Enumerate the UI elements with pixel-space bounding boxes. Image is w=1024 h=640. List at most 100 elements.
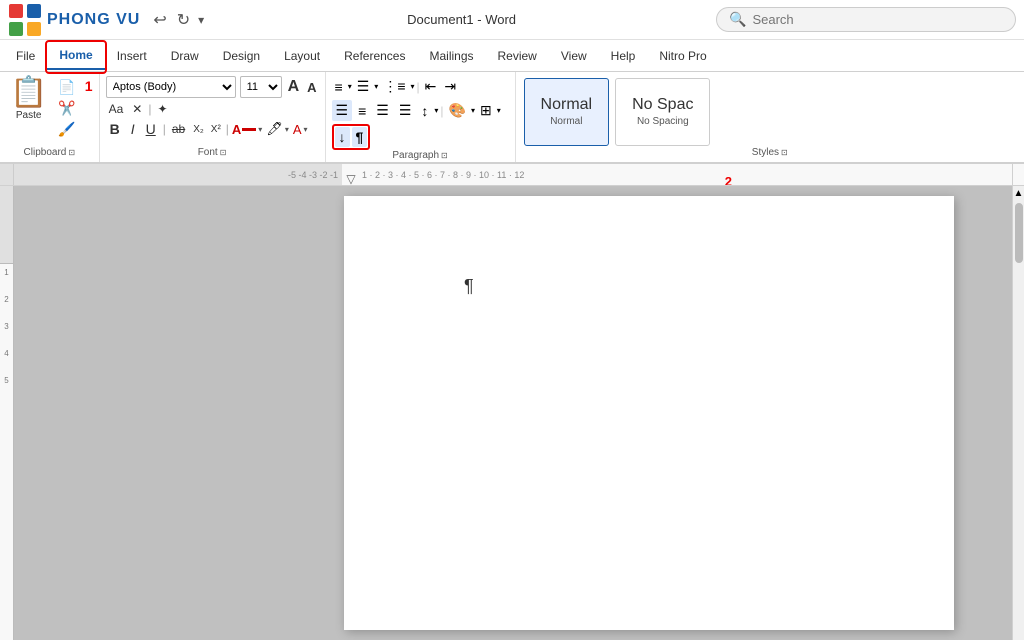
tab-design[interactable]: Design [211,43,272,69]
tab-home-wrap: Home [47,42,104,70]
paragraph-marks-highlight: ↓ ¶ [332,124,371,150]
scroll-up-button[interactable]: ▲ [1012,186,1024,201]
bullets-button[interactable]: ≡ [332,77,346,97]
ruler-right-end [1012,164,1024,185]
paste-label: Paste [16,110,42,121]
tab-file[interactable]: File [4,43,47,69]
superscript-button[interactable]: X² [209,123,223,136]
paragraph-group: ≡ ▾ ☰ ▾ ⋮≡ ▾ | ⇤ ⇥ ☰ ≡ ☰ ☰ ↕ ▾ | 🎨 ▾ [326,72,516,162]
font-color-indicator: A [232,122,241,137]
tab-mailings[interactable]: Mailings [417,43,485,69]
font-name-select[interactable]: Aptos (Body) [106,76,236,98]
document-page[interactable]: ¶ [344,196,954,630]
align-center-button[interactable]: ≡ [354,101,370,121]
bullets-dropdown[interactable]: ▾ [348,82,352,91]
logo-text: PHONG VU [47,11,140,29]
italic-button[interactable]: I [127,120,139,138]
qat-dropdown[interactable]: ▾ [195,11,207,29]
tab-insert[interactable]: Insert [105,43,159,69]
normal-style-preview: Normal [541,96,593,114]
increase-indent-button[interactable]: ⇥ [441,76,459,97]
copy-button[interactable]: 📄 [55,78,78,97]
text-shading-dropdown[interactable]: ▾ [303,125,309,134]
highlight-dropdown[interactable]: ▾ [284,125,290,134]
font-size-select[interactable]: 11 [240,76,282,98]
tab-references[interactable]: References [332,43,417,69]
tab-draw[interactable]: Draw [159,43,211,69]
borders-button[interactable]: ⊞ [477,100,495,121]
no-space-style-label: No Spacing [637,116,689,127]
line-spacing-dropdown[interactable]: ▾ [434,106,438,115]
paste-button[interactable]: 📋 Paste [6,76,51,123]
subscript-button[interactable]: X₂ [191,123,206,136]
style-item-normal[interactable]: Normal Normal [524,78,610,146]
styles-expand-icon: ⊡ [781,148,788,157]
font-group: Aptos (Body) 11 A A Aa ✕ | ✦ B I U | ab [100,72,326,162]
align-right-button[interactable]: ☰ [372,100,393,121]
styles-group: Normal Normal No Spac No Spacing Styles … [516,72,1024,162]
paragraph-label[interactable]: Paragraph ⊡ [332,150,509,161]
search-bar: 🔍 [716,7,1016,32]
font-expand-icon: ⊡ [220,148,227,157]
bold-button[interactable]: B [106,120,124,138]
line-spacing-button[interactable]: ↕ [417,101,432,121]
multilevel-button[interactable]: ⋮≡ [380,76,408,97]
normal-style-label: Normal [550,116,582,127]
style-item-no-space[interactable]: No Spac No Spacing [615,78,710,146]
doc-title: Document1 - Word [207,12,716,27]
ruler-indent-marker: ▽ [342,164,360,185]
ruler-main[interactable]: 1 · 2 · 3 · 4 · 5 · 6 · 7 · 8 · 9 · 10 ·… [360,164,1012,185]
styles-label[interactable]: Styles ⊡ [524,147,1016,158]
decrease-indent-button[interactable]: ⇤ [422,76,440,97]
font-label[interactable]: Font ⊡ [106,147,319,158]
tab-view[interactable]: View [549,43,599,69]
numbering-dropdown[interactable]: ▾ [374,82,378,91]
clipboard-group: 📋 Paste 📄 ✂️ 🖌️ 1 Clipboard ⊡ [0,72,100,162]
scroll-thumb[interactable] [1015,203,1023,263]
tab-help[interactable]: Help [599,43,648,69]
char-spacing-button[interactable]: ✦ [154,101,170,117]
undo-button[interactable]: ↩ [148,8,171,32]
left-gray-area [14,196,344,630]
show-marks-button[interactable]: ¶ [352,127,368,147]
vertical-ruler: 12345 [0,186,14,640]
strikethrough-button[interactable]: ab [169,121,188,137]
annotation-badge-1: 1 [85,78,93,94]
right-gray-area [954,196,1012,630]
search-icon: 🔍 [729,11,746,28]
clipboard-expand-icon: ⊡ [68,148,75,157]
vertical-scrollbar[interactable]: ▲ [1012,186,1024,640]
tab-nitro[interactable]: Nitro Pro [647,43,718,69]
tab-review[interactable]: Review [486,43,549,69]
logo-area: PHONG VU [8,3,140,37]
shading-dropdown[interactable]: ▾ [471,106,475,115]
cut-button[interactable]: ✂️ [55,99,78,118]
sort-button[interactable]: ↓ [335,127,350,147]
search-input[interactable] [752,12,992,27]
borders-dropdown[interactable]: ▾ [497,106,501,115]
paste-icon: 📋 [10,78,47,108]
clear-format-button[interactable]: ✕ [129,101,145,117]
highlight-indicator: 🖊 [266,121,283,137]
format-painter-button[interactable]: 🖌️ [55,120,78,139]
paragraph-expand-icon: ⊡ [441,151,448,160]
underline-button[interactable]: U [142,120,160,138]
ruler-left-margin [0,164,14,185]
tab-layout[interactable]: Layout [272,43,332,69]
font-shrink-button[interactable]: A [305,80,318,95]
align-left-button[interactable]: ☰ [332,100,353,121]
document-content[interactable]: ¶ [14,186,1012,640]
shading-button[interactable]: 🎨 [446,100,469,121]
text-shading-indicator: A [293,122,302,137]
multilevel-dropdown[interactable]: ▾ [410,82,414,91]
annotation-badge-2: 2 [725,174,732,185]
tab-home[interactable]: Home [47,42,104,70]
numbering-button[interactable]: ☰ [354,76,373,97]
redo-button[interactable]: ↻ [172,8,195,32]
font-grow-button[interactable]: A [286,78,302,96]
ruler-left-gray: -5 -4 -3 -2 -1 [14,164,342,185]
clipboard-label[interactable]: Clipboard ⊡ [6,147,93,158]
case-button[interactable]: Aa [106,101,127,117]
font-color-dropdown[interactable]: ▾ [257,125,263,134]
justify-button[interactable]: ☰ [395,100,416,121]
